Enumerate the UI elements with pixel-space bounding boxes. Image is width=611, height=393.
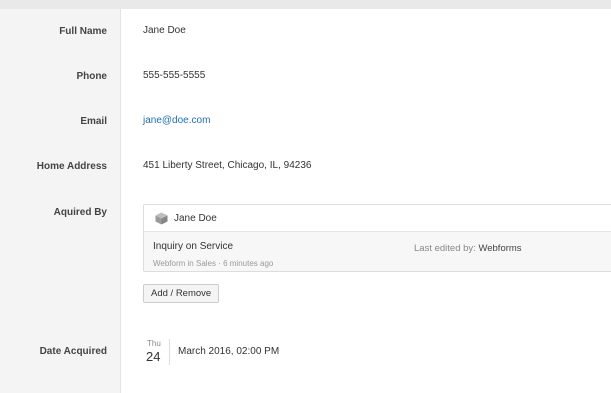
full-name-value: Jane Doe [143,25,186,36]
top-bar [0,0,611,9]
cube-icon [155,212,168,225]
label-column [0,9,121,393]
acquired-by-label: Aquired By [53,207,107,218]
phone-label: Phone [76,71,107,82]
home-address-label: Home Address [36,161,107,172]
card-title[interactable]: Inquiry on Service [153,241,233,253]
last-edited-by: Webforms [478,243,522,254]
last-edited: Last edited by: Webforms [414,243,522,255]
card-owner-name[interactable]: Jane Doe [174,213,217,225]
acquired-by-card[interactable]: Jane Doe Inquiry on Service Webform in S… [143,204,611,272]
email-link[interactable]: jane@doe.com [143,115,210,127]
card-body: Inquiry on Service Webform in Sales · 6 … [144,232,611,271]
phone-value: 555-555-5555 [143,70,206,81]
date-day-number: 24 [146,349,161,364]
date-full: March 2016, 02:00 PM [178,346,280,357]
last-edited-prefix: Last edited by: [414,243,479,254]
full-name-label: Full Name [59,26,107,37]
home-address-value: 451 Liberty Street, Chicago, IL, 94236 [143,160,312,171]
card-header: Jane Doe [144,205,611,232]
email-label: Email [80,116,107,127]
date-acquired-label: Date Acquired [39,346,107,357]
add-remove-button[interactable]: Add / Remove [143,284,220,303]
card-meta: Webform in Sales · 6 minutes ago [153,259,274,268]
date-divider [169,339,170,365]
date-weekday: Thu [147,339,161,348]
